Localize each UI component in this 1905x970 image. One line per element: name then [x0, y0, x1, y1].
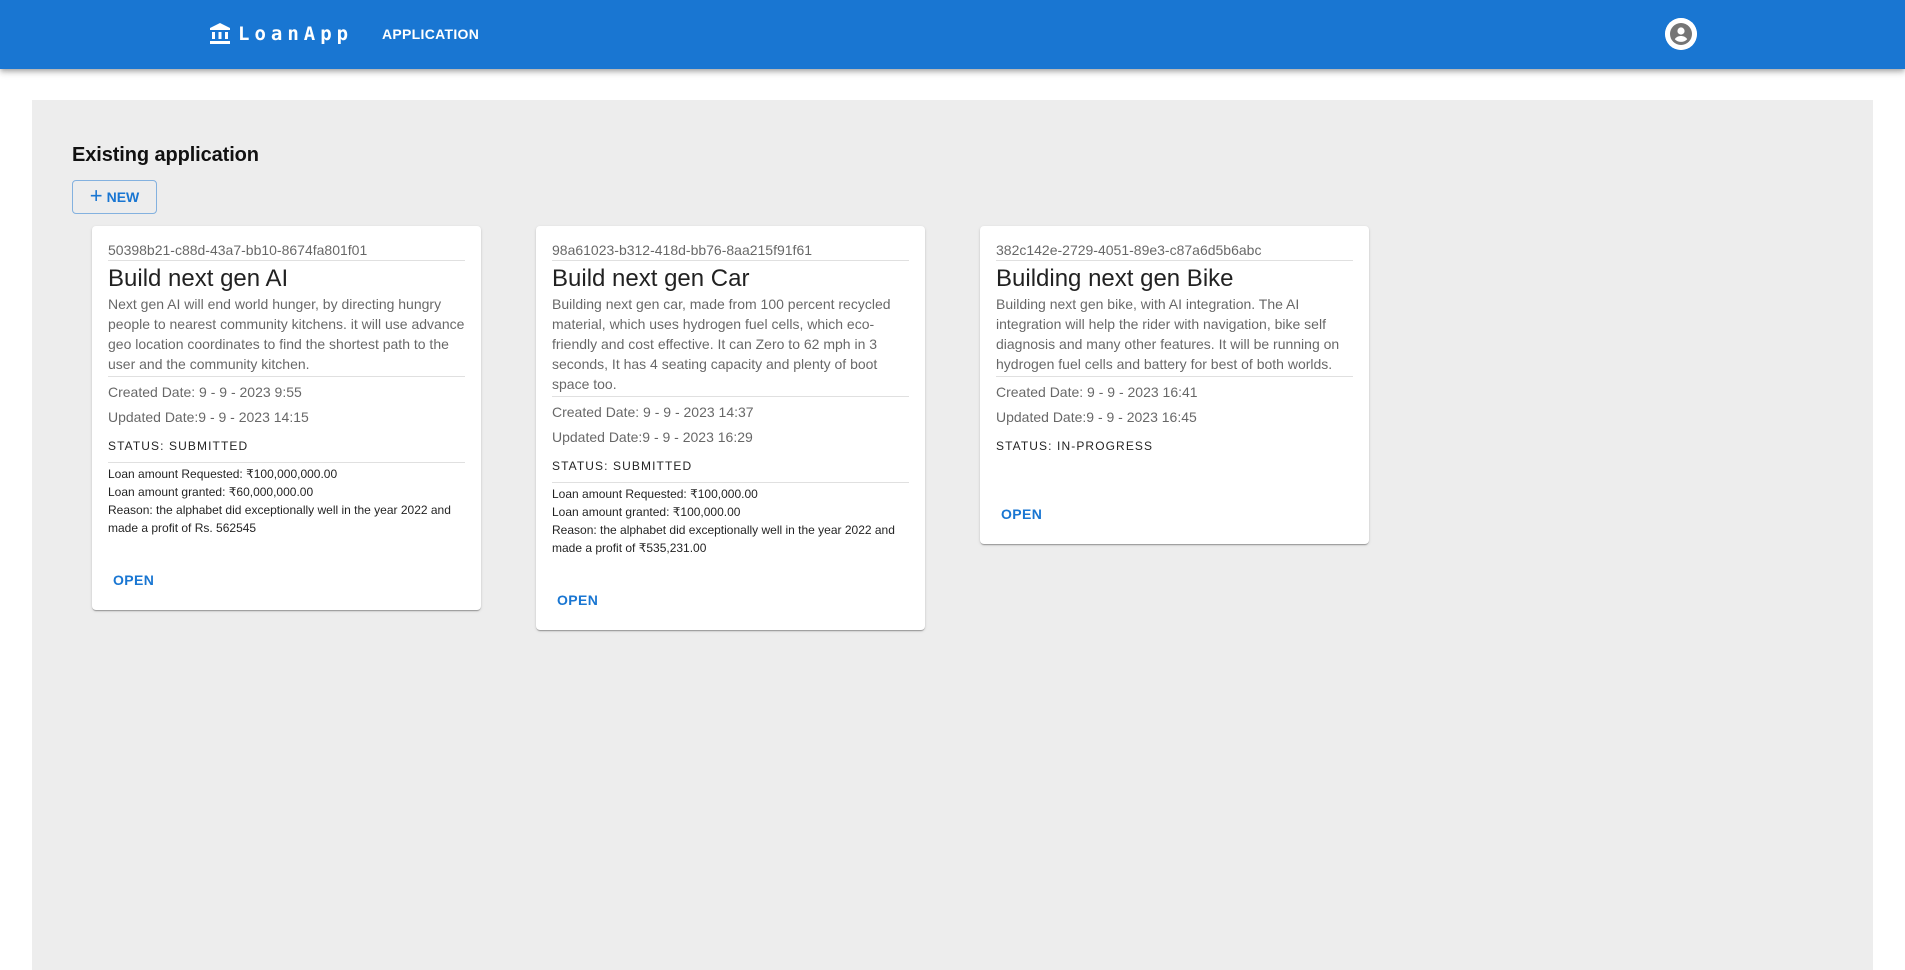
new-button-label: NEW	[106, 189, 140, 205]
loan-reason: Reason: the alphabet did exceptionally w…	[552, 523, 895, 555]
status-label: STATUS: SUBMITTED	[108, 439, 465, 463]
application-id: 98a61023-b312-418d-bb76-8aa215f91f61	[552, 242, 909, 261]
open-button[interactable]: OPEN	[1001, 502, 1042, 526]
application-title: Building next gen Bike	[996, 265, 1234, 292]
application-description: Building next gen bike, with AI integrat…	[996, 294, 1353, 377]
status-label: STATUS: SUBMITTED	[552, 459, 909, 483]
account-circle-icon	[1665, 18, 1697, 50]
application-description: Building next gen car, made from 100 per…	[552, 294, 909, 397]
loan-details: Loan amount Requested: ₹100,000,000.00 L…	[108, 465, 465, 537]
brand-logo[interactable]: LoanApp	[208, 22, 353, 46]
brand-name: LoanApp	[238, 23, 354, 45]
loan-details: Loan amount Requested: ₹100,000.00 Loan …	[552, 485, 909, 557]
application-card: 382c142e-2729-4051-89e3-c87a6d5b6abc Bui…	[980, 226, 1369, 544]
app-bar: LoanApp APPLICATION	[0, 0, 1905, 69]
add-icon: +	[89, 183, 103, 208]
created-date: Created Date: 9 - 9 - 2023 14:37	[552, 404, 754, 420]
application-card: 98a61023-b312-418d-bb76-8aa215f91f61 Bui…	[536, 226, 925, 630]
loan-reason: Reason: the alphabet did exceptionally w…	[108, 503, 451, 535]
application-id: 382c142e-2729-4051-89e3-c87a6d5b6abc	[996, 242, 1353, 261]
main-content: Existing application + NEW 50398b21-c88d…	[32, 100, 1873, 970]
loan-requested: Loan amount Requested: ₹100,000,000.00	[108, 467, 338, 481]
loan-requested: Loan amount Requested: ₹100,000.00	[552, 487, 758, 501]
nav-application[interactable]: APPLICATION	[382, 26, 479, 42]
loan-granted: Loan amount granted: ₹100,000.00	[552, 505, 741, 519]
application-title: Build next gen Car	[552, 265, 750, 292]
page-title: Existing application	[72, 144, 259, 166]
loan-granted: Loan amount granted: ₹60,000,000.00	[108, 485, 314, 499]
created-date: Created Date: 9 - 9 - 2023 9:55	[108, 384, 302, 400]
application-title: Build next gen AI	[108, 265, 289, 292]
open-button[interactable]: OPEN	[557, 588, 598, 612]
bank-icon	[210, 23, 230, 44]
updated-date: Updated Date:9 - 9 - 2023 16:45	[996, 409, 1197, 425]
created-date: Created Date: 9 - 9 - 2023 16:41	[996, 384, 1198, 400]
application-description: Next gen AI will end world hunger, by di…	[108, 294, 465, 377]
open-button[interactable]: OPEN	[113, 568, 154, 592]
status-label: STATUS: IN-PROGRESS	[996, 439, 1154, 453]
avatar[interactable]	[1665, 18, 1697, 50]
application-id: 50398b21-c88d-43a7-bb10-8674fa801f01	[108, 242, 465, 261]
new-application-button[interactable]: + NEW	[72, 180, 157, 214]
updated-date: Updated Date:9 - 9 - 2023 14:15	[108, 409, 309, 425]
updated-date: Updated Date:9 - 9 - 2023 16:29	[552, 429, 753, 445]
application-card: 50398b21-c88d-43a7-bb10-8674fa801f01 Bui…	[92, 226, 481, 610]
